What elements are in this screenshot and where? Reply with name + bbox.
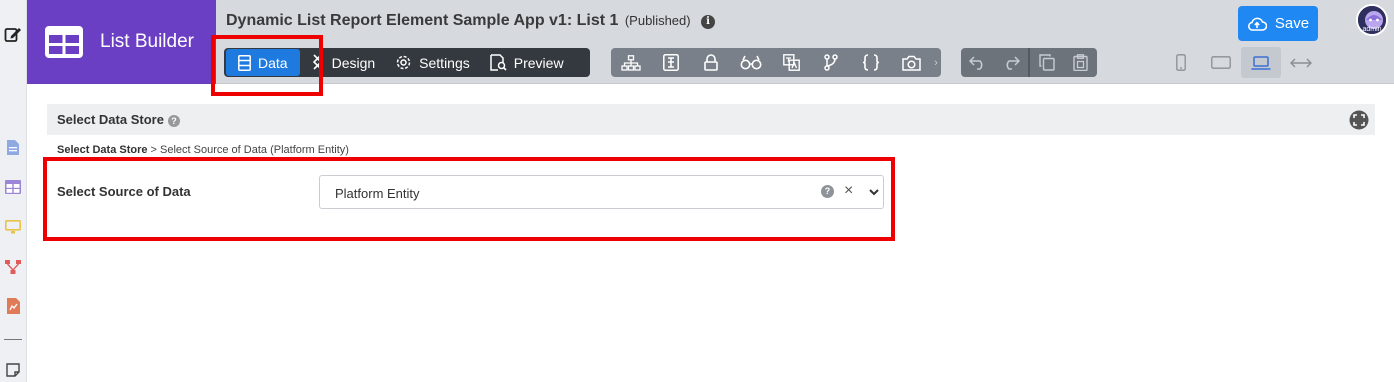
data-tab-highlight <box>211 35 323 96</box>
monitor-icon[interactable] <box>3 217 23 237</box>
phone-icon[interactable] <box>1161 47 1201 78</box>
publish-status: (Published) <box>624 13 691 28</box>
note-icon[interactable] <box>3 360 23 380</box>
brand-name: List Builder <box>100 31 194 52</box>
list-builder-logo-icon <box>45 23 83 61</box>
tab-preview[interactable]: Preview <box>480 49 574 76</box>
workflow-icon[interactable] <box>3 257 23 277</box>
redo-icon[interactable] <box>995 48 1029 77</box>
tab-preview-label: Preview <box>513 54 564 71</box>
tablet-icon[interactable] <box>1201 47 1241 78</box>
builder-header: Dynamic List Report Element Sample App v… <box>216 0 1394 84</box>
translate-icon[interactable] <box>771 48 811 77</box>
tree-icon[interactable] <box>611 48 651 77</box>
left-rail <box>0 0 27 382</box>
cloud-upload-icon <box>1247 17 1267 31</box>
gear-icon <box>396 55 411 70</box>
laptop-icon[interactable] <box>1241 47 1281 78</box>
breadcrumb-current: > Select Source of Data (Platform Entity… <box>147 144 349 156</box>
camera-icon[interactable] <box>891 48 931 77</box>
report-icon[interactable] <box>3 296 23 316</box>
avatar-label: admin <box>1362 26 1382 33</box>
app-title: Dynamic List Report Element Sample App v… <box>226 12 619 29</box>
edit-icon[interactable] <box>3 24 23 44</box>
breadcrumb-root[interactable]: Select Data Store <box>57 144 147 156</box>
undo-icon[interactable] <box>961 48 995 77</box>
page-title: Dynamic List Report Element Sample App v… <box>226 12 716 30</box>
fullwidth-icon[interactable] <box>1281 47 1321 78</box>
paste-icon[interactable] <box>1063 48 1097 77</box>
help-icon[interactable]: ? <box>167 115 180 127</box>
section-title: Select Data Store? <box>57 112 180 127</box>
tab-settings[interactable]: Settings <box>385 49 480 76</box>
lock-icon[interactable] <box>691 48 731 77</box>
history-toolbar <box>961 48 1097 77</box>
breadcrumb: Select Data Store > Select Source of Dat… <box>57 144 349 156</box>
document-icon[interactable] <box>3 137 23 157</box>
tab-settings-label: Settings <box>419 54 470 71</box>
chevron-right-icon[interactable]: › <box>931 57 941 69</box>
braces-icon[interactable] <box>851 48 891 77</box>
device-switcher <box>1161 47 1321 78</box>
table-icon[interactable] <box>3 177 23 197</box>
toggle-icon[interactable] <box>651 48 691 77</box>
branch-icon[interactable] <box>811 48 851 77</box>
info-icon[interactable]: i <box>701 15 716 29</box>
tab-design-label: Design <box>331 54 376 71</box>
preview-icon <box>490 54 507 71</box>
save-label: Save <box>1274 15 1310 32</box>
expand-icon[interactable] <box>1349 110 1369 130</box>
save-button[interactable]: Save <box>1238 6 1318 41</box>
builder-toolbar: › <box>611 48 941 77</box>
brand-block: List Builder <box>27 0 216 84</box>
binoculars-icon[interactable] <box>731 48 771 77</box>
avatar[interactable]: admin <box>1356 4 1388 36</box>
source-field-highlight <box>43 157 895 241</box>
rail-divider <box>4 339 22 340</box>
section-header: Select Data Store? <box>47 104 1375 135</box>
copy-icon[interactable] <box>1030 48 1064 77</box>
section-title-text: Select Data Store <box>57 112 164 127</box>
